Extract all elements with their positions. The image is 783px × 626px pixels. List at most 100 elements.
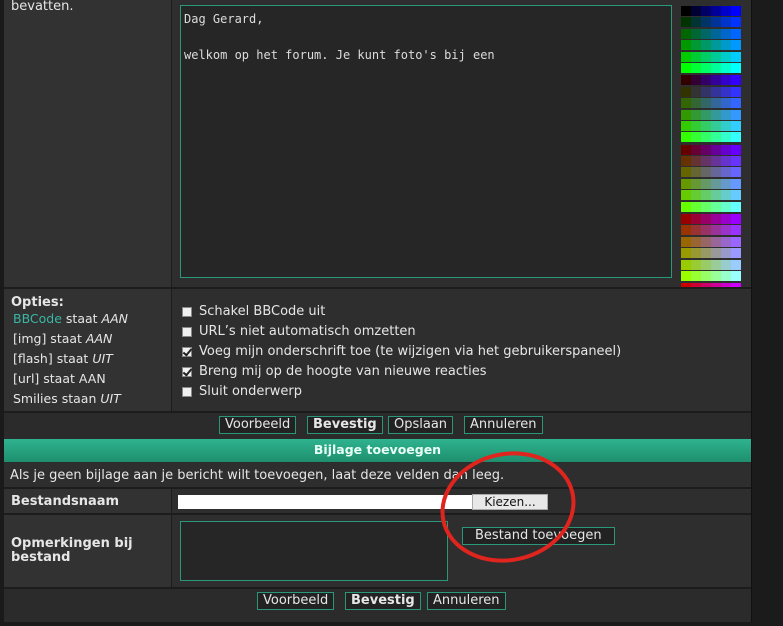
palette-color-swatch[interactable]	[691, 190, 701, 201]
submit-button-bottom[interactable]: Bevestig	[345, 592, 421, 610]
palette-color-swatch[interactable]	[711, 62, 721, 73]
palette-color-swatch[interactable]	[721, 17, 731, 28]
palette-color-swatch[interactable]	[701, 51, 711, 62]
palette-color-swatch[interactable]	[681, 120, 691, 131]
palette-color-swatch[interactable]	[681, 28, 691, 39]
palette-color-swatch[interactable]	[681, 167, 691, 178]
palette-color-swatch[interactable]	[691, 40, 701, 51]
palette-color-swatch[interactable]	[731, 236, 741, 247]
palette-color-swatch[interactable]	[681, 190, 691, 201]
palette-color-swatch[interactable]	[681, 144, 691, 155]
palette-color-swatch[interactable]	[701, 236, 711, 247]
save-draft-button[interactable]: Opslaan	[388, 416, 454, 434]
palette-color-swatch[interactable]	[721, 28, 731, 39]
palette-color-swatch[interactable]	[681, 214, 691, 225]
checkbox-notify-replies[interactable]	[182, 366, 192, 377]
checkbox-lock-topic[interactable]	[182, 386, 192, 397]
palette-color-swatch[interactable]	[701, 178, 711, 189]
palette-color-swatch[interactable]	[681, 236, 691, 247]
palette-color-swatch[interactable]	[721, 98, 731, 109]
palette-color-swatch[interactable]	[701, 132, 711, 143]
palette-color-swatch[interactable]	[731, 86, 741, 97]
filename-input[interactable]	[178, 495, 472, 509]
palette-color-swatch[interactable]	[711, 17, 721, 28]
palette-color-swatch[interactable]	[731, 17, 741, 28]
palette-color-swatch[interactable]	[721, 167, 731, 178]
palette-color-swatch[interactable]	[701, 62, 711, 73]
palette-color-swatch[interactable]	[711, 178, 721, 189]
palette-color-swatch[interactable]	[701, 75, 711, 86]
palette-color-swatch[interactable]	[691, 109, 701, 120]
palette-color-swatch[interactable]	[701, 28, 711, 39]
palette-color-swatch[interactable]	[691, 248, 701, 259]
palette-color-swatch[interactable]	[731, 109, 741, 120]
palette-color-swatch[interactable]	[731, 214, 741, 225]
palette-color-swatch[interactable]	[701, 248, 711, 259]
palette-color-swatch[interactable]	[711, 201, 721, 212]
palette-color-swatch[interactable]	[711, 132, 721, 143]
palette-color-swatch[interactable]	[721, 75, 731, 86]
palette-color-swatch[interactable]	[721, 156, 731, 167]
palette-color-swatch[interactable]	[681, 178, 691, 189]
palette-color-swatch[interactable]	[711, 86, 721, 97]
cancel-button-bottom[interactable]: Annuleren	[427, 592, 506, 610]
palette-color-swatch[interactable]	[681, 132, 691, 143]
palette-color-swatch[interactable]	[711, 156, 721, 167]
palette-color-swatch[interactable]	[681, 86, 691, 97]
palette-color-swatch[interactable]	[691, 86, 701, 97]
palette-color-swatch[interactable]	[731, 190, 741, 201]
palette-color-swatch[interactable]	[701, 214, 711, 225]
palette-color-swatch[interactable]	[681, 225, 691, 236]
palette-color-swatch[interactable]	[721, 6, 731, 16]
palette-color-swatch[interactable]	[691, 17, 701, 28]
palette-color-swatch[interactable]	[691, 28, 701, 39]
palette-color-swatch[interactable]	[711, 6, 721, 16]
palette-color-swatch[interactable]	[681, 51, 691, 62]
palette-color-swatch[interactable]	[711, 51, 721, 62]
palette-color-swatch[interactable]	[691, 214, 701, 225]
palette-color-swatch[interactable]	[721, 225, 731, 236]
palette-color-swatch[interactable]	[721, 120, 731, 131]
option-lock-topic[interactable]: Sluit onderwerp	[182, 384, 302, 399]
palette-color-swatch[interactable]	[711, 109, 721, 120]
palette-color-swatch[interactable]	[731, 144, 741, 155]
palette-color-swatch[interactable]	[691, 62, 701, 73]
palette-color-swatch[interactable]	[691, 132, 701, 143]
palette-color-swatch[interactable]	[721, 259, 731, 270]
palette-color-swatch[interactable]	[701, 144, 711, 155]
palette-color-swatch[interactable]	[721, 132, 731, 143]
checkbox-disable-url-parse[interactable]	[182, 326, 192, 337]
palette-color-swatch[interactable]	[721, 248, 731, 259]
palette-color-swatch[interactable]	[691, 178, 701, 189]
palette-color-swatch[interactable]	[691, 6, 701, 16]
palette-color-swatch[interactable]	[731, 75, 741, 86]
palette-color-swatch[interactable]	[711, 214, 721, 225]
palette-color-swatch[interactable]	[711, 120, 721, 131]
palette-color-swatch[interactable]	[711, 28, 721, 39]
message-textarea[interactable]: Dag Gerard, welkom op het forum. Je kunt…	[180, 5, 672, 278]
palette-color-swatch[interactable]	[731, 248, 741, 259]
palette-color-swatch[interactable]	[711, 144, 721, 155]
palette-color-swatch[interactable]	[691, 144, 701, 155]
palette-color-swatch[interactable]	[711, 225, 721, 236]
palette-color-swatch[interactable]	[731, 51, 741, 62]
palette-color-swatch[interactable]	[711, 236, 721, 247]
palette-color-swatch[interactable]	[681, 248, 691, 259]
cancel-button[interactable]: Annuleren	[464, 416, 543, 434]
file-comment-textarea[interactable]	[180, 521, 448, 581]
option-notify-replies[interactable]: Breng mij op de hoogte van nieuwe reacti…	[182, 364, 487, 379]
palette-color-swatch[interactable]	[711, 248, 721, 259]
palette-color-swatch[interactable]	[721, 62, 731, 73]
palette-color-swatch[interactable]	[731, 201, 741, 212]
palette-color-swatch[interactable]	[731, 62, 741, 73]
palette-color-swatch[interactable]	[701, 6, 711, 16]
checkbox-attach-signature[interactable]	[182, 346, 192, 357]
option-attach-signature[interactable]: Voeg mijn onderschrift toe (te wijzigen …	[182, 344, 621, 359]
preview-button-bottom[interactable]: Voorbeeld	[257, 592, 335, 610]
palette-color-swatch[interactable]	[701, 225, 711, 236]
palette-color-swatch[interactable]	[731, 156, 741, 167]
palette-color-swatch[interactable]	[701, 17, 711, 28]
palette-color-swatch[interactable]	[721, 190, 731, 201]
palette-color-swatch[interactable]	[681, 62, 691, 73]
palette-color-swatch[interactable]	[691, 270, 701, 281]
